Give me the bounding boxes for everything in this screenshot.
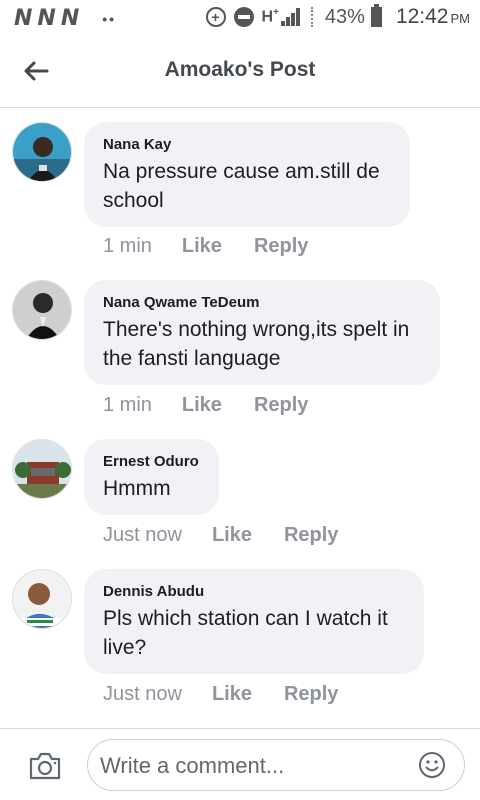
comment-time: Just now (103, 524, 182, 546)
comment-author[interactable]: Ernest Oduro (103, 453, 201, 470)
comment-author[interactable]: Nana Kay (103, 136, 392, 153)
comment-actions: 1 min Like Reply (103, 235, 308, 258)
comment-input-box[interactable] (87, 739, 465, 791)
comment-time: Just now (103, 683, 182, 705)
comment-actions: Just now Like Reply (103, 524, 338, 547)
battery-icon (370, 4, 382, 27)
avatar-image (13, 570, 71, 628)
comment-actions: Just now Like Reply (103, 683, 338, 706)
like-button[interactable]: Like (182, 394, 222, 417)
comment-author[interactable]: Nana Qwame TeDeum (103, 294, 422, 311)
post-header: Amoako's Post (0, 36, 480, 108)
reply-button[interactable]: Reply (254, 235, 308, 258)
comment-text: Pls which station can I watch it live? (103, 607, 388, 659)
emoji-button[interactable] (418, 751, 446, 779)
reply-button[interactable]: Reply (284, 683, 338, 706)
like-button[interactable]: Like (212, 524, 252, 547)
smiley-icon (419, 752, 445, 778)
comment-text: There's nothing wrong,its spelt in the f… (103, 318, 410, 370)
comment-bubble[interactable]: Nana Kay Na pressure cause am.still de s… (84, 122, 410, 227)
avatar-image (13, 440, 71, 498)
reply-button[interactable]: Reply (254, 394, 308, 417)
network-type: H+ (261, 7, 279, 26)
notification-icon: N (60, 6, 79, 31)
camera-button[interactable] (28, 751, 62, 781)
do-not-disturb-icon (233, 7, 254, 27)
page-title: Amoako's Post (164, 58, 316, 81)
comment-bubble[interactable]: Ernest Oduro Hmmm (84, 439, 219, 515)
clock: 12:42 PM (395, 5, 470, 28)
comment-time: 1 min (103, 394, 152, 416)
comment-text: Na pressure cause am.still de school (103, 160, 380, 212)
avatar[interactable] (12, 439, 72, 499)
comment-bubble[interactable]: Nana Qwame TeDeum There's nothing wrong,… (84, 280, 440, 385)
avatar[interactable] (12, 122, 72, 182)
comment-text: Hmmm (103, 477, 171, 500)
notification-icon: N (37, 6, 55, 31)
avatar[interactable] (12, 569, 72, 629)
status-bar-system: + H+ 43% 12:42 PM (205, 4, 470, 29)
status-bar: N N N •• + H+ 43% 12:42 PM (0, 0, 480, 36)
reply-button[interactable]: Reply (284, 524, 338, 547)
signal-secondary-icon (310, 7, 317, 27)
camera-icon (29, 752, 61, 780)
status-bar-notifications: N N N •• (14, 6, 116, 31)
notification-icon: N (14, 6, 32, 31)
avatar-image (13, 281, 71, 339)
avatar-image (13, 123, 71, 181)
comment-time: 1 min (103, 235, 152, 257)
like-button[interactable]: Like (182, 235, 222, 258)
comment-input[interactable] (98, 749, 402, 783)
more-notifications-icon: •• (102, 10, 117, 27)
data-saver-icon: + (205, 7, 226, 27)
comment-author[interactable]: Dennis Abudu (103, 583, 406, 600)
comment-actions: 1 min Like Reply (103, 394, 308, 417)
comment-bubble[interactable]: Dennis Abudu Pls which station can I wat… (84, 569, 424, 674)
like-button[interactable]: Like (212, 683, 252, 706)
avatar[interactable] (12, 280, 72, 340)
comment-composer (0, 728, 480, 800)
battery-percent: 43% (324, 5, 365, 28)
signal-icon (280, 8, 301, 26)
